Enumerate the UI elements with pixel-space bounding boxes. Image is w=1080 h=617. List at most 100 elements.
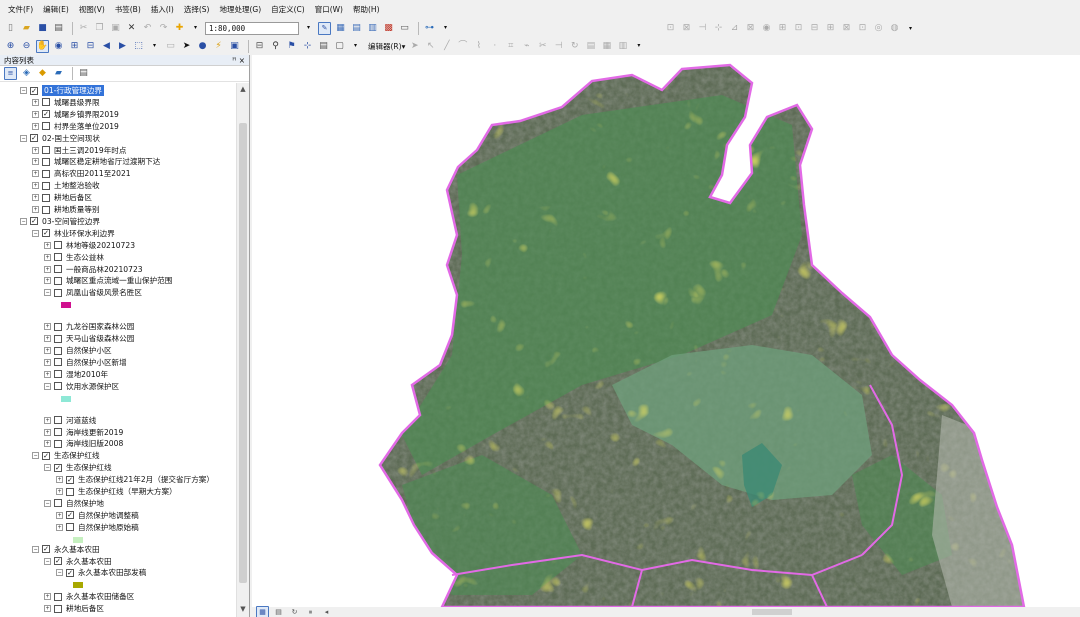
layer-row[interactable]: + 一般商品林20210723 [44, 264, 143, 275]
rotate-tool-icon[interactable]: ↻ [568, 40, 581, 53]
identify-icon[interactable]: ● [196, 40, 209, 53]
clear-selection-icon[interactable]: ▭ [164, 40, 177, 53]
save-icon[interactable]: ■ [36, 22, 49, 35]
collapse-icon[interactable]: − [32, 229, 39, 237]
layer-row[interactable]: + 自然保护小区 [44, 345, 112, 356]
collapse-icon[interactable]: − [44, 557, 51, 565]
fixed-zoom-in-icon[interactable]: ⊞ [68, 40, 81, 53]
layer-label[interactable]: 饮用水源保护区 [66, 381, 119, 392]
layer-row[interactable]: + 耕地质量等别 [32, 204, 100, 215]
layer-visibility-checkbox[interactable] [54, 241, 62, 250]
layer-visibility-checkbox[interactable] [42, 193, 50, 202]
delete-icon[interactable]: ✕ [125, 22, 138, 35]
map-scale-input[interactable]: 1:80,000 [205, 21, 299, 35]
layer-visibility-checkbox[interactable] [54, 265, 62, 273]
zoom-in-icon[interactable]: ⊕ [4, 40, 17, 53]
layer-label[interactable]: 自然保护地调整稿 [78, 510, 139, 521]
layer-row[interactable]: + 永久基本农田储备区 [44, 591, 134, 602]
list-by-drawing-order-icon[interactable]: ≡ [4, 67, 17, 80]
layer-row[interactable]: + 国土三调2019年时点 [32, 145, 126, 156]
attributes-icon[interactable]: ▤ [584, 40, 597, 53]
layer-row[interactable]: + ✓ 城曙乡镇界限2019 [32, 109, 119, 120]
expand-icon[interactable]: + [44, 358, 51, 366]
expand-icon[interactable]: + [44, 605, 51, 613]
layer-visibility-checkbox[interactable]: ✓ [30, 217, 38, 226]
layer-visibility-checkbox[interactable] [54, 322, 62, 331]
editor-menu-button[interactable]: 编辑器(R)▾ [368, 41, 405, 52]
expand-icon[interactable]: + [44, 241, 51, 249]
layer-visibility-checkbox[interactable]: ✓ [42, 545, 50, 554]
layer-label[interactable]: 永久基本农田部发稿 [78, 567, 146, 578]
toc-vertical-scrollbar[interactable]: ▲ ▼ [236, 83, 249, 617]
layer-visibility-checkbox[interactable]: ✓ [66, 568, 74, 577]
scrollbar-thumb[interactable] [239, 123, 247, 583]
pan-icon[interactable]: ✋ [36, 39, 49, 53]
menu-bookmarks[interactable]: 书签(B) [115, 4, 141, 15]
new-document-icon[interactable]: ▯ [4, 22, 17, 35]
layer-row[interactable]: − ✓ 永久基本农田部发稿 [56, 567, 146, 578]
layer-row[interactable]: + 土地整治验收 [32, 180, 100, 191]
scroll-up-icon[interactable]: ▲ [238, 85, 248, 95]
toolbar-options-icon[interactable]: ▾ [439, 22, 452, 35]
scale-dropdown-icon[interactable]: ▾ [302, 22, 315, 35]
layer-row[interactable]: + 生态保护红线（早期大方案） [56, 486, 177, 497]
redo-icon[interactable]: ↷ [157, 22, 170, 35]
layer-label[interactable]: 林地等级20210723 [66, 240, 135, 251]
layer-label[interactable]: 耕地后备区 [66, 603, 104, 614]
layer-row[interactable]: + 城曙区稳定耕地省厅过渡期下达 [32, 156, 160, 167]
search-window-icon[interactable]: ▥ [366, 22, 379, 35]
expand-icon[interactable]: + [56, 523, 63, 531]
layer-label[interactable]: 耕地后备区 [54, 192, 92, 203]
layer-row[interactable]: + 海岸线旧版2008 [44, 438, 123, 449]
create-viewer-window-icon[interactable]: ▢ [333, 40, 346, 53]
layer-label[interactable]: 一般商品林20210723 [66, 264, 143, 275]
collapse-icon[interactable]: − [44, 289, 51, 297]
find-icon[interactable]: ⚲ [269, 40, 282, 53]
layer-row[interactable]: + 城曙县级界限 [32, 97, 100, 108]
expand-icon[interactable]: + [44, 323, 51, 331]
pause-drawing-icon[interactable]: ⏸ [304, 606, 317, 617]
smooth-icon[interactable]: ⊞ [776, 22, 789, 35]
layer-label[interactable]: 生态保护红线（早期大方案） [78, 486, 177, 497]
layer-row[interactable]: + 天马山省级森林公园 [44, 333, 134, 344]
expand-icon[interactable]: + [32, 206, 39, 213]
layer-visibility-checkbox[interactable] [54, 499, 62, 508]
expand-icon[interactable]: + [32, 194, 39, 202]
layer-visibility-checkbox[interactable]: ✓ [30, 134, 38, 143]
layer-label[interactable]: 生态保护红线 [54, 450, 100, 461]
expand-icon[interactable]: + [44, 416, 51, 424]
collapse-icon[interactable]: − [20, 134, 27, 142]
layer-row[interactable]: − 自然保护地 [44, 498, 104, 509]
copy-features-icon[interactable]: ⊡ [664, 22, 677, 35]
back-extent-icon[interactable]: ◀ [100, 40, 113, 53]
expand-icon[interactable]: + [56, 476, 63, 484]
menu-file[interactable]: 文件(F) [8, 4, 33, 15]
toolbar-options-icon[interactable]: ▾ [632, 40, 645, 53]
hyperlink-icon[interactable]: ⚡ [212, 40, 225, 53]
expand-icon[interactable]: + [32, 110, 39, 118]
list-by-source-icon[interactable]: ◈ [20, 67, 33, 80]
menu-customize[interactable]: 自定义(C) [271, 4, 305, 15]
layer-visibility-checkbox[interactable] [42, 205, 50, 214]
layer-label[interactable]: 02-国土空间现状 [42, 133, 100, 144]
layer-visibility-checkbox[interactable]: ✓ [30, 86, 38, 95]
layer-row[interactable]: − ✓ 01-行政管理边界 [20, 85, 104, 96]
layer-label[interactable]: 自然保护地原始稿 [78, 522, 139, 533]
expand-icon[interactable]: + [32, 182, 39, 190]
measure-icon[interactable]: ⊟ [253, 40, 266, 53]
layer-row[interactable]: + 湿地2010年 [44, 369, 108, 380]
python-window-icon[interactable]: ▭ [398, 22, 411, 35]
scroll-down-icon[interactable]: ▼ [238, 605, 248, 615]
collapse-icon[interactable]: − [44, 382, 51, 390]
expand-icon[interactable]: + [32, 170, 39, 178]
layer-label[interactable]: 自然保护小区新增 [66, 357, 127, 368]
layer-label[interactable]: 城曙县级界限 [54, 97, 100, 108]
expand-icon[interactable]: + [32, 158, 39, 166]
layer-label[interactable]: 永久基本农田 [54, 544, 100, 555]
collapse-icon[interactable]: − [56, 569, 63, 577]
layer-visibility-checkbox[interactable] [66, 523, 74, 532]
layer-label[interactable]: 国土三调2019年时点 [54, 145, 126, 156]
buffer-icon[interactable]: ⊠ [840, 22, 853, 35]
layer-row[interactable]: − ✓ 永久基本农田 [44, 556, 112, 567]
expand-icon[interactable]: + [44, 265, 51, 273]
